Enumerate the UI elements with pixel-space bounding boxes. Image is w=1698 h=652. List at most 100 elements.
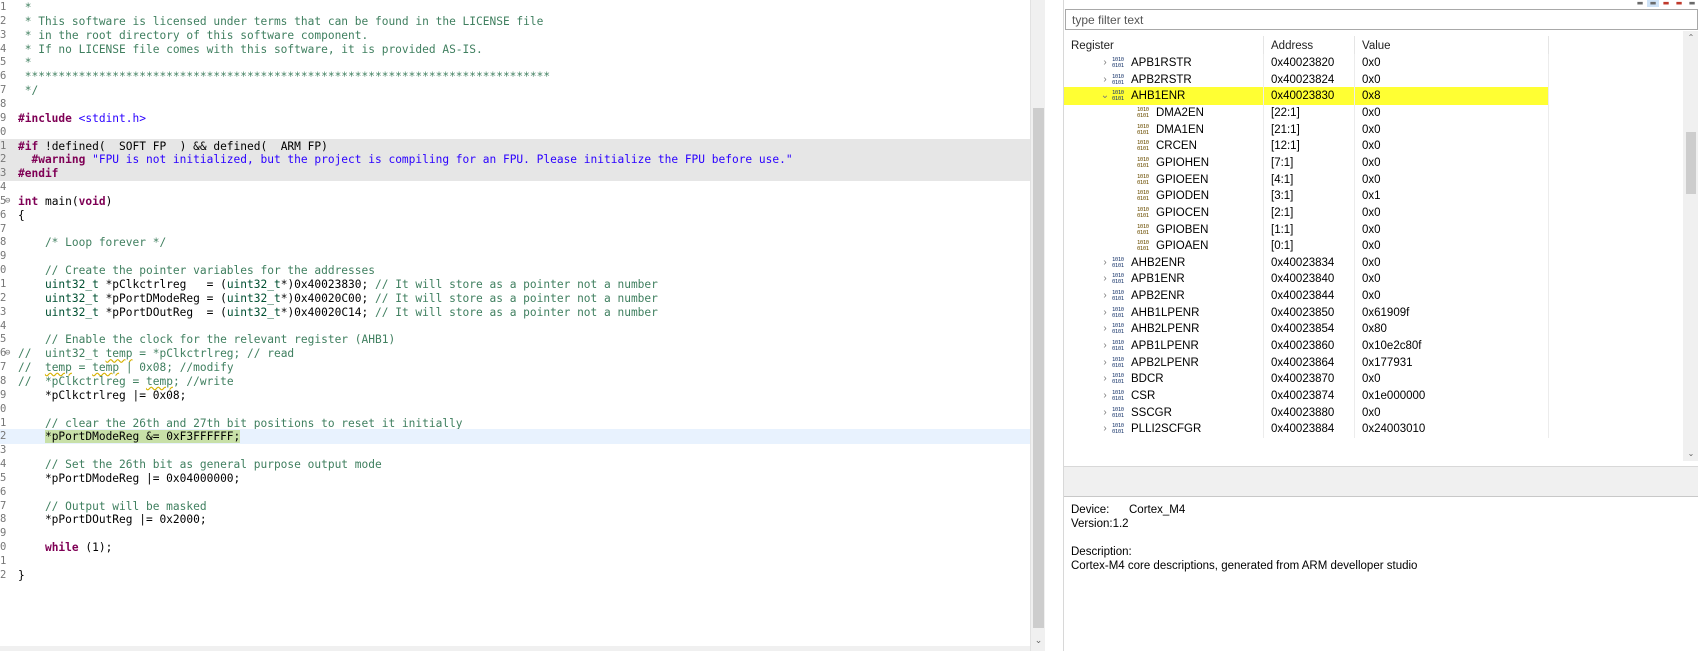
code-line[interactable]: 6 bbox=[0, 485, 1030, 500]
code-line[interactable]: 5 * bbox=[0, 55, 1030, 70]
code-line[interactable]: 8 bbox=[0, 97, 1030, 112]
register-row[interactable]: › 1010 0101 APB2ENR 0x40023844 0x0 bbox=[1064, 287, 1549, 306]
registers-vertical-scrollbar[interactable]: ⌃ ⌄ bbox=[1683, 31, 1698, 461]
register-value[interactable]: 0x0 bbox=[1355, 253, 1549, 272]
chevron-right-icon[interactable]: › bbox=[1100, 354, 1110, 372]
register-row[interactable]: › 1010 0101 APB2LPENR 0x40023864 0x177931 bbox=[1064, 353, 1549, 372]
register-value[interactable]: 0x0 bbox=[1355, 220, 1549, 239]
code-line[interactable]: 6{ bbox=[0, 208, 1030, 223]
code-line[interactable]: 2} bbox=[0, 568, 1030, 583]
code-line[interactable]: 2 * This software is licensed under term… bbox=[0, 14, 1030, 29]
code-line[interactable]: 4 bbox=[0, 319, 1030, 334]
code-line[interactable]: 6 ⊖// uint32_t temp = *pClkctrlreg; // re… bbox=[0, 346, 1030, 361]
chevron-right-icon[interactable]: › bbox=[1100, 254, 1110, 272]
register-row[interactable]: › 1010 0101 CSR 0x40023874 0x1e000000 bbox=[1064, 387, 1549, 405]
code-line[interactable]: 2 #warning "FPU is not initialized, but … bbox=[0, 152, 1030, 168]
chevron-right-icon[interactable]: › bbox=[1100, 304, 1110, 322]
register-row[interactable]: 1010 0101 GPIOAEN [0:1] 0x0 bbox=[1064, 237, 1549, 256]
register-value[interactable]: 0x0 bbox=[1355, 103, 1549, 122]
code-line[interactable]: 9 *pClkctrlreg |= 0x08; bbox=[0, 388, 1030, 403]
chevron-up-icon[interactable]: ⌃ bbox=[1686, 33, 1696, 43]
editor-vertical-scrollbar[interactable]: ⌄ bbox=[1030, 0, 1045, 651]
chevron-down-icon[interactable]: ⌄ bbox=[1686, 449, 1696, 459]
chevron-right-icon[interactable]: › bbox=[1100, 71, 1110, 89]
register-value[interactable]: 0x0 bbox=[1355, 370, 1549, 389]
code-line[interactable]: 9 bbox=[0, 249, 1030, 264]
code-line[interactable]: 0 bbox=[0, 125, 1030, 140]
register-tree[interactable]: Register Address Value › 1010 0101 APB1RSTR… bbox=[1064, 31, 1698, 466]
code-line[interactable]: 1 bbox=[0, 554, 1030, 569]
chevron-right-icon[interactable]: › bbox=[1100, 337, 1110, 355]
register-row[interactable]: 1010 0101 GPIOEEN [4:1] 0x0 bbox=[1064, 170, 1549, 189]
chevron-right-icon[interactable]: › bbox=[1100, 404, 1110, 422]
register-value[interactable]: 0x1e000000 bbox=[1355, 387, 1549, 405]
toolbar-icon-c[interactable]: ▬ bbox=[1660, 0, 1672, 7]
register-row[interactable]: › 1010 0101 AHB1LPENR 0x40023850 0x61909f bbox=[1064, 303, 1549, 322]
chevron-right-icon[interactable]: › bbox=[1100, 270, 1110, 288]
code-line[interactable]: 1 // clear the 26th and 27th bit positio… bbox=[0, 416, 1030, 431]
code-line[interactable]: 7 */ bbox=[0, 83, 1030, 98]
code-line[interactable]: 0 bbox=[0, 402, 1030, 417]
code-line[interactable]: 9 bbox=[0, 526, 1030, 541]
code-line[interactable]: 0 while (1); bbox=[0, 540, 1030, 555]
register-value[interactable]: 0x0 bbox=[1355, 137, 1549, 156]
register-value[interactable]: 0x61909f bbox=[1355, 303, 1549, 322]
register-row[interactable]: 1010 0101 DMA1EN [21:1] 0x0 bbox=[1064, 120, 1549, 139]
code-line[interactable]: 3 uint32_t *pPortDOutReg = (uint32_t*)0x… bbox=[0, 305, 1030, 320]
register-value[interactable]: 0x80 bbox=[1355, 320, 1549, 339]
code-line[interactable]: 0 // Create the pointer variables for th… bbox=[0, 263, 1030, 278]
register-row[interactable]: 1010 0101 GPIOBEN [1:1] 0x0 bbox=[1064, 220, 1549, 239]
toolbar-icon-b[interactable]: ▬ bbox=[1647, 0, 1659, 7]
fold-toggle-icon[interactable]: ⊖ bbox=[5, 346, 14, 361]
register-value[interactable]: 0x8 bbox=[1355, 87, 1549, 106]
register-value[interactable]: 0x0 bbox=[1355, 170, 1549, 189]
chevron-right-icon[interactable]: › bbox=[1100, 387, 1110, 405]
register-row[interactable]: › 1010 0101 PLLI2SCFGR 0x40023884 0x24003010 bbox=[1064, 420, 1549, 439]
register-value[interactable]: 0x177931 bbox=[1355, 353, 1549, 372]
register-value[interactable]: 0x0 bbox=[1355, 287, 1549, 306]
register-value[interactable]: 0x0 bbox=[1355, 70, 1549, 89]
register-row[interactable]: ⌄ 1010 0101 AHB1ENR 0x40023830 0x8 bbox=[1064, 87, 1549, 106]
chevron-down-icon[interactable]: ⌄ bbox=[1100, 87, 1110, 105]
register-row[interactable]: 1010 0101 GPIOCEN [2:1] 0x0 bbox=[1064, 203, 1549, 222]
code-line[interactable]: 6 **************************************… bbox=[0, 69, 1030, 84]
chevron-right-icon[interactable]: › bbox=[1100, 320, 1110, 338]
register-value[interactable]: 0x1 bbox=[1355, 187, 1549, 206]
panel-splitter[interactable] bbox=[1064, 466, 1698, 496]
register-value[interactable]: 0x10e2c80f bbox=[1355, 337, 1549, 356]
register-value[interactable]: 0x24003010 bbox=[1355, 420, 1549, 439]
code-line[interactable]: 7 bbox=[0, 222, 1030, 237]
register-row[interactable]: 1010 0101 GPIODEN [3:1] 0x1 bbox=[1064, 187, 1549, 206]
toolbar-icon-e[interactable]: ▬ bbox=[1686, 0, 1698, 7]
register-value[interactable]: 0x0 bbox=[1355, 153, 1549, 172]
register-row[interactable]: › 1010 0101 BDCR 0x40023870 0x0 bbox=[1064, 370, 1549, 389]
registers-scroll-thumb[interactable] bbox=[1686, 132, 1696, 194]
register-value[interactable]: 0x0 bbox=[1355, 237, 1549, 256]
code-line[interactable]: 4 // Set the 26th bit as general purpose… bbox=[0, 457, 1030, 472]
register-value[interactable]: 0x0 bbox=[1355, 120, 1549, 139]
register-row[interactable]: 1010 0101 CRCEN [12:1] 0x0 bbox=[1064, 137, 1549, 156]
register-row[interactable]: › 1010 0101 SSCGR 0x40023880 0x0 bbox=[1064, 403, 1549, 422]
column-header-address[interactable]: Address bbox=[1264, 36, 1355, 56]
code-line[interactable]: 5 ⊖ int main(void) bbox=[0, 194, 1030, 209]
chevron-right-icon[interactable]: › bbox=[1100, 420, 1110, 438]
code-line[interactable]: 5 // Enable the clock for the relevant r… bbox=[0, 332, 1030, 347]
register-value[interactable]: 0x0 bbox=[1355, 403, 1549, 422]
chevron-right-icon[interactable]: › bbox=[1100, 287, 1110, 305]
code-line[interactable]: 1 * bbox=[0, 0, 1030, 15]
register-row[interactable]: › 1010 0101 AHB2ENR 0x40023834 0x0 bbox=[1064, 253, 1549, 272]
code-line[interactable]: 3 #endif bbox=[0, 166, 1030, 182]
chevron-right-icon[interactable]: › bbox=[1100, 54, 1110, 72]
register-row[interactable]: › 1010 0101 APB1ENR 0x40023840 0x0 bbox=[1064, 270, 1549, 289]
register-value[interactable]: 0x0 bbox=[1355, 203, 1549, 222]
register-row[interactable]: › 1010 0101 APB2RSTR 0x40023824 0x0 bbox=[1064, 70, 1549, 89]
code-line[interactable]: 8 *pPortDOutReg |= 0x2000; bbox=[0, 512, 1030, 527]
code-line[interactable]: 1 #if !defined(__SOFT_FP__) && defined(__… bbox=[0, 138, 1030, 154]
code-line[interactable]: 3 bbox=[0, 443, 1030, 458]
register-filter-input[interactable] bbox=[1065, 9, 1698, 30]
register-row[interactable]: 1010 0101 DMA2EN [22:1] 0x0 bbox=[1064, 103, 1549, 122]
code-line[interactable]: 1 uint32_t *pClkctrlreg = (uint32_t*)0x4… bbox=[0, 277, 1030, 292]
code-line[interactable]: 7 // Output will be masked bbox=[0, 499, 1030, 514]
register-value[interactable]: 0x0 bbox=[1355, 54, 1549, 72]
code-line[interactable]: 9 #include <stdint.h> bbox=[0, 111, 1030, 126]
